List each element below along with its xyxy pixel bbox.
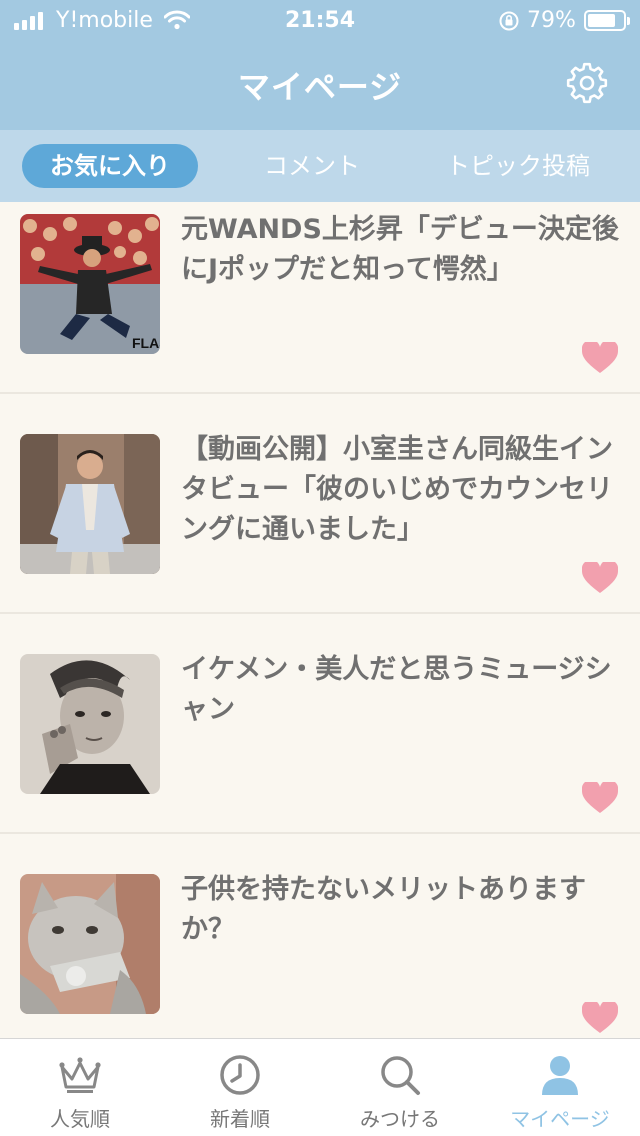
tabbar-item-mypage[interactable]: マイページ	[480, 1039, 640, 1136]
gear-icon[interactable]	[566, 62, 608, 104]
list-item[interactable]: 子供を持たないメリットありますか？	[0, 834, 640, 1038]
tab-favorites[interactable]: お気に入り	[22, 144, 198, 188]
header: Y!mobile 21:54 79% マイページ	[0, 0, 640, 130]
topic-title: イケメン・美人だと思うミュージシャン	[181, 654, 612, 725]
bottom-tab-bar: 人気順 新着順 みつける マイページ	[0, 1038, 640, 1136]
tabbar-label: 新着順	[210, 1107, 270, 1131]
user-icon	[542, 1056, 578, 1095]
favorites-list: FLAS 元WANDS上杉昇「デビュー決定後にJポップだと知って愕然」	[0, 202, 640, 1038]
tab-bar: お気に入り コメント トピック投稿	[0, 130, 640, 202]
heart-icon[interactable]	[582, 342, 618, 374]
clock-icon	[220, 1055, 260, 1095]
topic-thumbnail	[20, 654, 160, 794]
tab-topic-posts[interactable]: トピック投稿	[428, 144, 608, 188]
topic-thumbnail	[20, 434, 160, 574]
battery-icon	[584, 10, 630, 31]
topic-title: 子供を持たないメリットありますか？	[181, 874, 586, 945]
list-item[interactable]: イケメン・美人だと思うミュージシャン	[0, 614, 640, 834]
crown-icon	[59, 1057, 101, 1093]
tabbar-label: 人気順	[50, 1107, 110, 1131]
topic-title: 【動画公開】小室圭さん同級生インタビュー「彼のいじめでカウンセリングに通いました…	[181, 434, 613, 545]
tabbar-item-popular[interactable]: 人気順	[0, 1039, 160, 1136]
search-icon	[381, 1056, 420, 1095]
heart-icon[interactable]	[582, 782, 618, 814]
tabbar-item-new[interactable]: 新着順	[160, 1039, 320, 1136]
orientation-lock-icon	[499, 11, 519, 31]
tabbar-item-search[interactable]: みつける	[320, 1039, 480, 1136]
thumb-caption: FLAS	[132, 335, 160, 351]
heart-icon[interactable]	[582, 1002, 618, 1034]
tab-comments[interactable]: コメント	[232, 144, 392, 188]
list-item[interactable]: 【動画公開】小室圭さん同級生インタビュー「彼のいじめでカウンセリングに通いました…	[0, 394, 640, 614]
tabbar-label: みつける	[360, 1107, 440, 1131]
status-bar: Y!mobile 21:54 79%	[0, 0, 640, 42]
tabbar-label: マイページ	[510, 1107, 610, 1131]
list-item[interactable]: FLAS 元WANDS上杉昇「デビュー決定後にJポップだと知って愕然」	[0, 202, 640, 394]
battery-percent: 79%	[527, 8, 576, 33]
heart-icon[interactable]	[582, 562, 618, 594]
page-title: マイページ	[237, 68, 403, 106]
topic-thumbnail: FLAS	[20, 214, 160, 354]
topic-title: 元WANDS上杉昇「デビュー決定後にJポップだと知って愕然」	[181, 214, 619, 285]
topic-thumbnail	[20, 874, 160, 1014]
